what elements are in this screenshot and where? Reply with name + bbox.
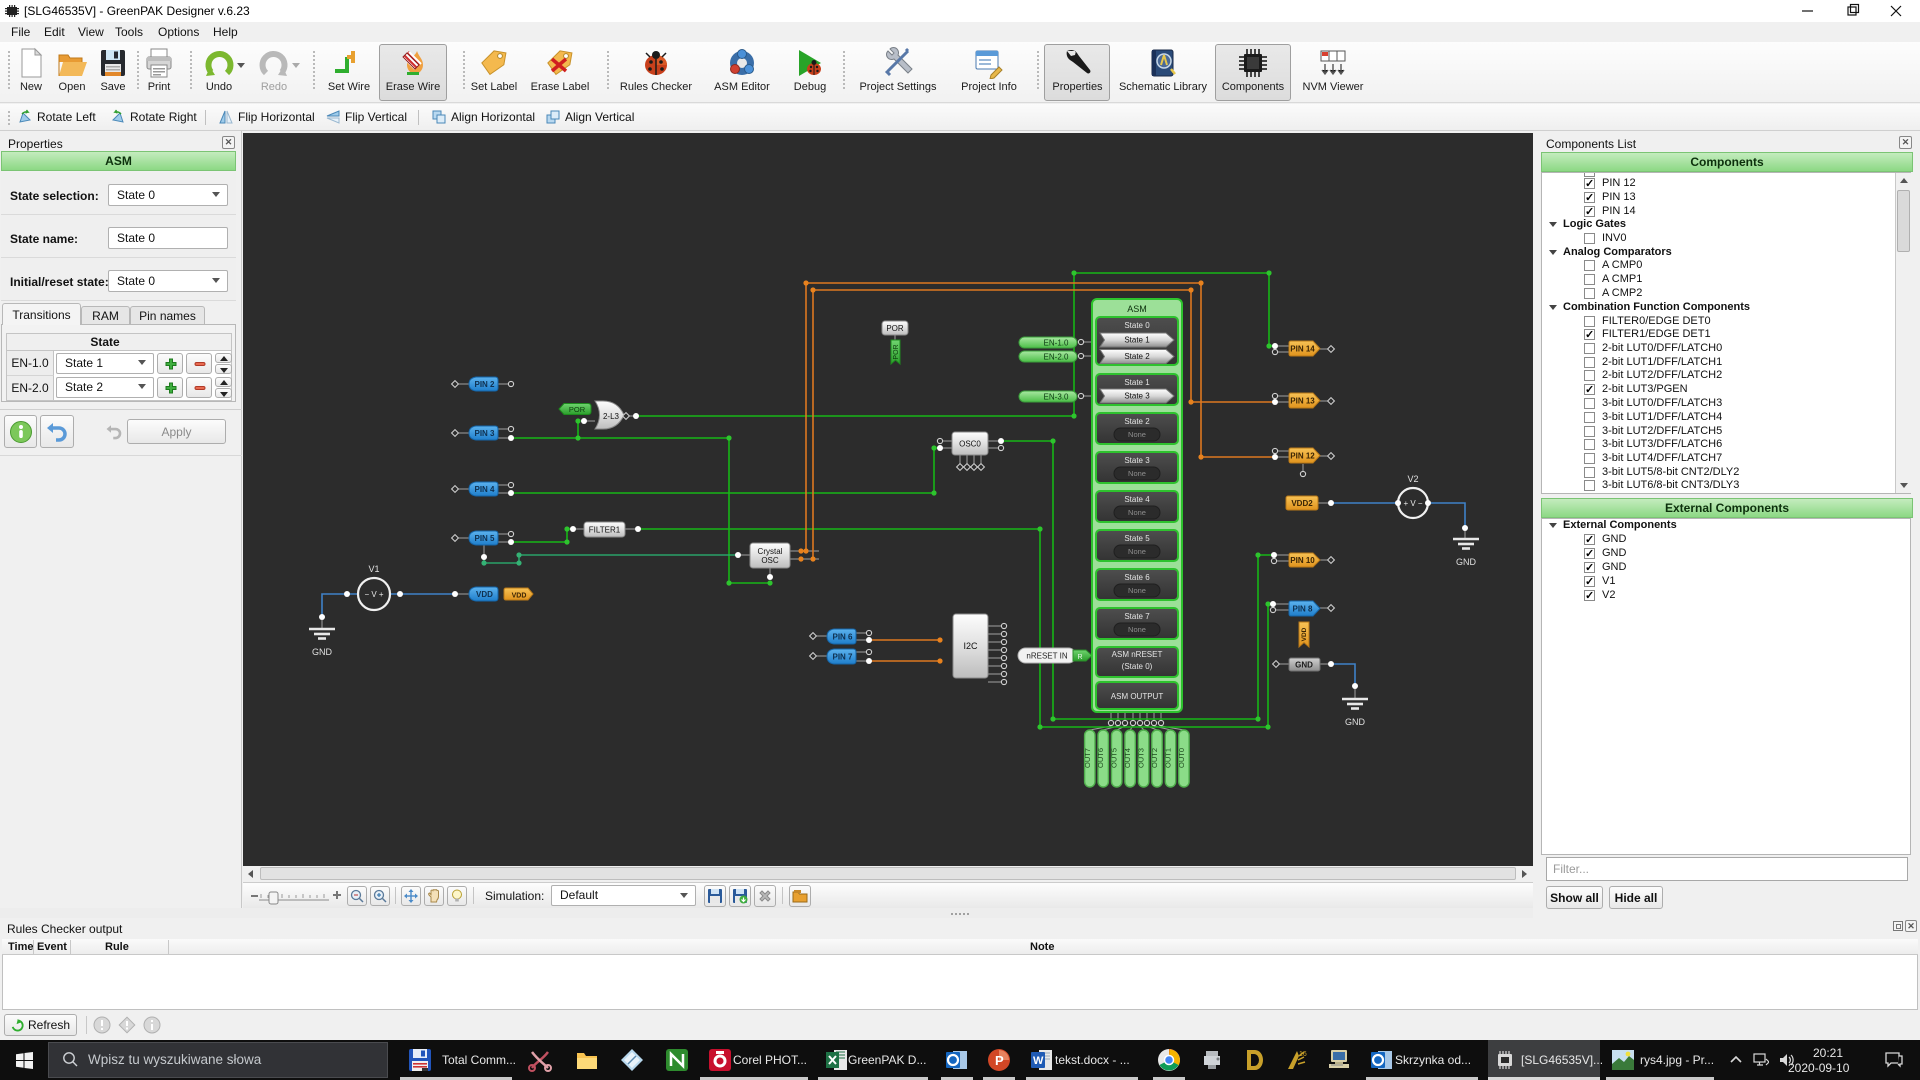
svg-text:EN-3.0: EN-3.0: [1044, 393, 1069, 402]
svg-text:State 3: State 3: [1124, 456, 1150, 465]
svg-text:− V +: − V +: [364, 590, 383, 599]
svg-text:PIN 7: PIN 7: [832, 653, 853, 662]
svg-text:I2C: I2C: [963, 641, 978, 651]
svg-text:State 7: State 7: [1124, 612, 1150, 621]
svg-text:OSC: OSC: [761, 556, 779, 565]
svg-text:V2: V2: [1407, 474, 1418, 484]
svg-text:PIN 13: PIN 13: [1290, 397, 1315, 406]
svg-text:OUT5: OUT5: [1110, 748, 1119, 768]
svg-text:State 4: State 4: [1124, 495, 1150, 504]
svg-text:VDD: VDD: [476, 590, 493, 599]
svg-text:OUT4: OUT4: [1123, 748, 1132, 768]
svg-text:R: R: [1077, 654, 1082, 661]
svg-text:State 0: State 0: [1124, 321, 1150, 330]
svg-text:State 3: State 3: [1124, 392, 1150, 401]
svg-text:GND: GND: [1456, 557, 1477, 567]
svg-text:None: None: [1128, 430, 1146, 439]
svg-text:EN-2.0: EN-2.0: [1044, 353, 1069, 362]
svg-text:ASM: ASM: [1127, 304, 1147, 314]
svg-text:2-L3: 2-L3: [603, 412, 620, 421]
svg-text:OUT6: OUT6: [1096, 748, 1105, 768]
svg-text:+ V −: + V −: [1403, 499, 1422, 508]
svg-text:OUT7: OUT7: [1083, 748, 1092, 768]
svg-text:PIN 8: PIN 8: [1292, 605, 1313, 614]
svg-text:W: W: [1033, 1055, 1044, 1067]
svg-text:VDD: VDD: [512, 593, 527, 600]
svg-text:PIN 4: PIN 4: [474, 485, 495, 494]
svg-text:16: 16: [1299, 1051, 1307, 1058]
svg-text:VDD2: VDD2: [1291, 499, 1313, 508]
svg-text:PIN 14: PIN 14: [1290, 345, 1315, 354]
svg-text:POR: POR: [893, 344, 900, 359]
svg-text:OUT3: OUT3: [1137, 748, 1146, 768]
svg-text:None: None: [1128, 586, 1146, 595]
svg-text:OUT1: OUT1: [1164, 748, 1173, 768]
svg-text:PIN 6: PIN 6: [832, 633, 853, 642]
svg-text:None: None: [1128, 625, 1146, 634]
svg-text:None: None: [1128, 469, 1146, 478]
svg-text:PIN 3: PIN 3: [474, 429, 495, 438]
svg-text:None: None: [1128, 508, 1146, 517]
svg-text:PIN 10: PIN 10: [1290, 556, 1315, 565]
svg-text:OSC0: OSC0: [959, 440, 981, 449]
svg-text:PIN 5: PIN 5: [474, 534, 495, 543]
svg-text:EN-1.0: EN-1.0: [1044, 339, 1069, 348]
svg-text:V1: V1: [368, 564, 379, 574]
svg-text:VDD: VDD: [1301, 627, 1308, 641]
svg-text:PIN 2: PIN 2: [474, 380, 495, 389]
svg-text:GND: GND: [312, 647, 333, 657]
svg-text:GND: GND: [1345, 717, 1366, 727]
svg-text:None: None: [1128, 547, 1146, 556]
svg-text:(State 0): (State 0): [1122, 662, 1153, 671]
svg-text:PIN 12: PIN 12: [1290, 452, 1315, 461]
svg-text:State 1: State 1: [1124, 336, 1150, 345]
svg-text:State 2: State 2: [1124, 352, 1150, 361]
svg-text:Crystal: Crystal: [758, 547, 783, 556]
svg-text:POR: POR: [886, 324, 904, 333]
svg-text:POR: POR: [569, 405, 586, 414]
svg-text:State 1: State 1: [1124, 378, 1150, 387]
svg-text:State 6: State 6: [1124, 573, 1150, 582]
svg-text:OUT2: OUT2: [1150, 748, 1159, 768]
svg-text:ASM nRESET: ASM nRESET: [1112, 650, 1163, 659]
svg-text:FILTER1: FILTER1: [589, 526, 621, 535]
svg-text:P: P: [995, 1053, 1004, 1068]
svg-text:State 2: State 2: [1124, 417, 1150, 426]
svg-text:State 5: State 5: [1124, 534, 1150, 543]
svg-text:GND: GND: [1295, 661, 1313, 670]
svg-text:OUT0: OUT0: [1177, 748, 1186, 768]
svg-text:ASM OUTPUT: ASM OUTPUT: [1111, 692, 1164, 701]
svg-text:nRESET IN: nRESET IN: [1026, 652, 1067, 661]
